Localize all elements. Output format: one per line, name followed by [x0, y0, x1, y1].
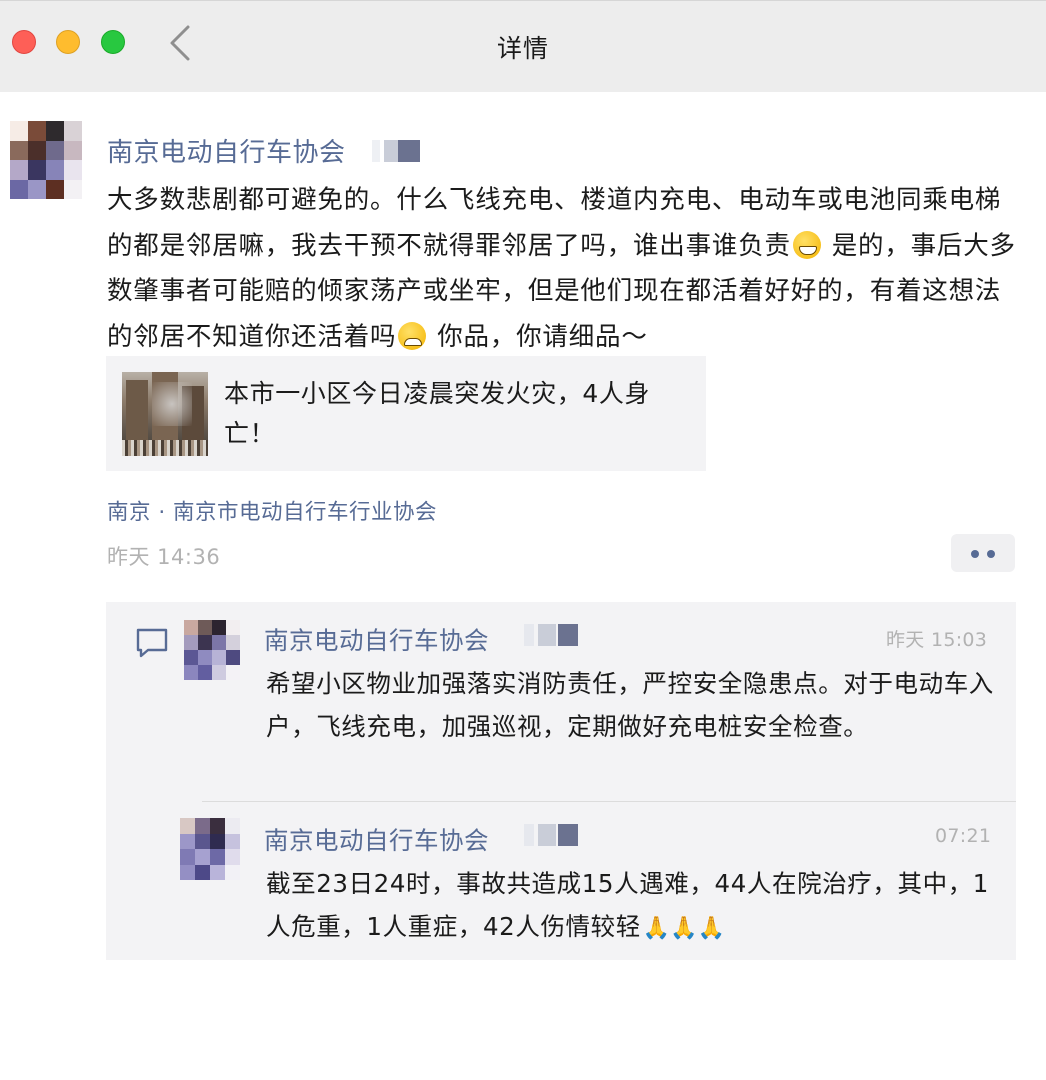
- grin-emoji-icon: [792, 230, 821, 259]
- page-title: 详情: [496, 34, 549, 63]
- redacted-name-suffix: [372, 140, 422, 162]
- post-time: 昨天 14:36: [107, 545, 221, 569]
- more-actions-button[interactable]: [951, 534, 1015, 572]
- comment-author-name[interactable]: 南京电动自行车协会: [264, 822, 489, 857]
- comment-text: 截至23日24时，事故共造成15人遇难，44人在院治疗，其中，1人危重，1人重症…: [266, 863, 996, 950]
- link-title: 本市一小区今日凌晨突发火灾，4人身亡！: [224, 379, 651, 448]
- more-dots-icon: [971, 550, 979, 558]
- moment-author-name[interactable]: 南京电动自行车协会: [107, 132, 346, 169]
- comments-section: 南京电动自行车协会 昨天 15:03 希望小区物业加强落实消防责任，严控安全隐患…: [106, 602, 1016, 960]
- pray-emoji-icon: 🙏🙏🙏: [642, 915, 726, 941]
- comment-time: 昨天 15:03: [886, 629, 988, 651]
- comment-bubble-icon: [136, 628, 168, 658]
- location-link[interactable]: 南京 · 南京市电动自行车行业协会: [107, 495, 437, 526]
- moment-text: 大多数悲剧都可避免的。什么飞线充电、楼道内充电、电动车或电池同乘电梯的都是邻居嘛…: [107, 185, 1016, 352]
- laugh-cry-emoji-icon: [398, 321, 427, 350]
- avatar[interactable]: [180, 818, 240, 880]
- comment-author-name[interactable]: 南京电动自行车协会: [264, 622, 489, 657]
- shared-link-card[interactable]: 本市一小区今日凌晨突发火灾，4人身亡！: [106, 356, 706, 471]
- title-bar: 详情: [0, 0, 1046, 92]
- redacted-name-suffix: [524, 824, 580, 846]
- avatar[interactable]: [184, 620, 240, 680]
- comment-text: 希望小区物业加强落实消防责任，严控安全隐患点。对于电动车入户，飞线充电，加强巡视…: [266, 669, 994, 741]
- comment-time: 07:21: [935, 825, 992, 847]
- redacted-name-suffix: [524, 624, 580, 646]
- link-thumbnail: [122, 372, 208, 456]
- avatar[interactable]: [10, 121, 82, 199]
- divider: [202, 801, 1016, 802]
